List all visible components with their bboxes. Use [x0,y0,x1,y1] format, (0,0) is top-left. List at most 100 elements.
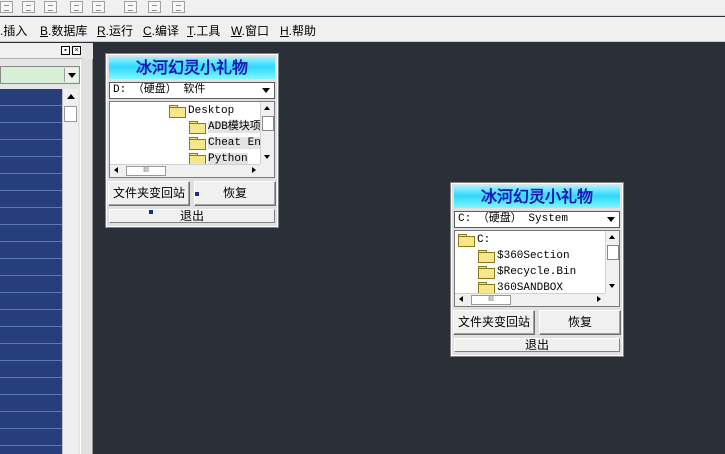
tree-label: C: [477,234,491,246]
scroll-up-icon[interactable] [63,89,78,104]
scroll-thumb[interactable] [262,116,274,131]
menu-database[interactable]: B.数据库 [40,22,87,39]
tree-label: ADB模块项 [208,121,261,133]
list-item[interactable] [0,412,62,429]
drive-select[interactable]: D: （硬盘） 软件 [109,82,275,99]
menu-label: .运行 [105,24,134,38]
scroll-up-icon[interactable] [606,231,619,244]
tree-item[interactable]: $360Section [478,248,570,264]
tree-item[interactable]: Cheat Eng [189,135,268,151]
chevron-down-icon[interactable] [260,84,273,97]
panel-splitter[interactable] [80,59,93,454]
menu-help[interactable]: H.帮助 [280,22,316,39]
panel-combo[interactable] [0,66,80,84]
recycle-folder-button[interactable]: 文件夹变回站 [108,181,190,206]
panel-header: ▪ × [0,43,82,59]
tree-item[interactable]: C: [458,232,490,248]
menu-run[interactable]: R.运行 [97,22,133,39]
pin-button[interactable]: ▪ [61,46,70,55]
scroll-down-icon[interactable] [606,280,619,293]
scroll-up-icon[interactable] [261,102,274,115]
menu-key: R [97,24,106,38]
chevron-down-icon[interactable] [64,68,78,82]
toolbar-icon[interactable] [124,1,137,13]
folder-tree[interactable]: Desktop ADB模块项 Cheat Eng Python III [109,101,275,178]
window-title: 冰河幻灵小礼物 [109,57,275,79]
gift-window-c: 冰河幻灵小礼物 C: （硬盘） System C: $360Section $R… [450,182,624,357]
list-item[interactable] [0,89,62,106]
hscroll-thumb[interactable]: III [126,166,166,176]
menu-tools[interactable]: T.工具 [187,22,220,39]
list-item[interactable] [0,140,62,157]
menu-key: H [280,24,289,38]
list-item[interactable] [0,276,62,293]
marker-dot [149,210,153,214]
list-item[interactable] [0,327,62,344]
toolbar-icon[interactable] [172,1,185,13]
menu-window[interactable]: W.窗口 [231,22,269,39]
scroll-right-icon[interactable] [247,165,260,177]
scroll-thumb[interactable] [607,245,619,260]
list-item[interactable] [0,378,62,395]
scroll-left-icon[interactable] [110,165,123,177]
chevron-down-icon[interactable] [605,213,618,226]
list-item[interactable] [0,242,62,259]
list-item[interactable] [0,191,62,208]
list-item[interactable] [0,344,62,361]
restore-button[interactable]: 恢复 [539,310,621,335]
drive-select[interactable]: C: （硬盘） System [454,211,620,228]
window-title: 冰河幻灵小礼物 [454,186,620,208]
menu-insert[interactable]: .插入 [0,22,27,39]
restore-button[interactable]: 恢复 [194,181,276,206]
list-item[interactable] [0,225,62,242]
toolbar-icon[interactable] [92,1,105,13]
scroll-corner [260,164,274,177]
list-item[interactable] [0,293,62,310]
close-button[interactable]: × [72,46,81,55]
tree-label: Desktop [188,105,235,117]
tree-hscrollbar[interactable]: III [455,293,605,306]
tree-label: $360Section [497,250,570,262]
folder-icon [478,249,495,263]
list-item[interactable] [0,259,62,276]
list-item[interactable] [0,174,62,191]
tree-vscrollbar[interactable] [605,231,619,293]
toolbar-icon[interactable] [148,1,161,13]
list-item[interactable] [0,106,62,123]
hscroll-thumb[interactable]: III [471,295,511,305]
scroll-thumb[interactable] [64,106,77,122]
menu-key: W [231,24,242,38]
list-item[interactable] [0,208,62,225]
menu-label: .插入 [0,24,28,38]
tree-label: Cheat Eng [208,137,268,149]
scroll-right-icon[interactable] [592,294,605,306]
recycle-folder-button[interactable]: 文件夹变回站 [453,310,535,335]
scroll-down-icon[interactable] [261,151,274,164]
toolbar-icon[interactable] [0,1,13,13]
folder-open-icon [169,104,186,118]
list-item[interactable] [0,310,62,327]
tree-item[interactable]: $Recycle.Bin [478,264,576,280]
list-item[interactable] [0,395,62,412]
menu-compile[interactable]: C.编译 [143,22,179,39]
list-item[interactable] [0,123,62,140]
scroll-corner [605,293,619,306]
folder-icon [189,120,206,134]
scroll-left-icon[interactable] [455,294,468,306]
tree-item[interactable]: ADB模块项 [189,119,261,135]
list-item[interactable] [0,361,62,378]
exit-button[interactable]: 退出 [109,209,275,223]
tree-vscrollbar[interactable] [260,102,274,164]
tree-item[interactable]: Desktop [169,103,234,119]
list-item[interactable] [0,429,62,446]
toolbar-icon[interactable] [70,1,83,13]
exit-button[interactable]: 退出 [454,338,620,352]
toolbar-icon[interactable] [22,1,35,13]
panel-list[interactable] [0,89,62,454]
toolbar-icon[interactable] [44,1,57,13]
folder-tree[interactable]: C: $360Section $Recycle.Bin 360SANDBOX I… [454,230,620,307]
tree-label: $Recycle.Bin [497,266,577,278]
list-item[interactable] [0,157,62,174]
tree-hscrollbar[interactable]: III [110,164,260,177]
panel-scrollbar[interactable] [62,89,78,454]
